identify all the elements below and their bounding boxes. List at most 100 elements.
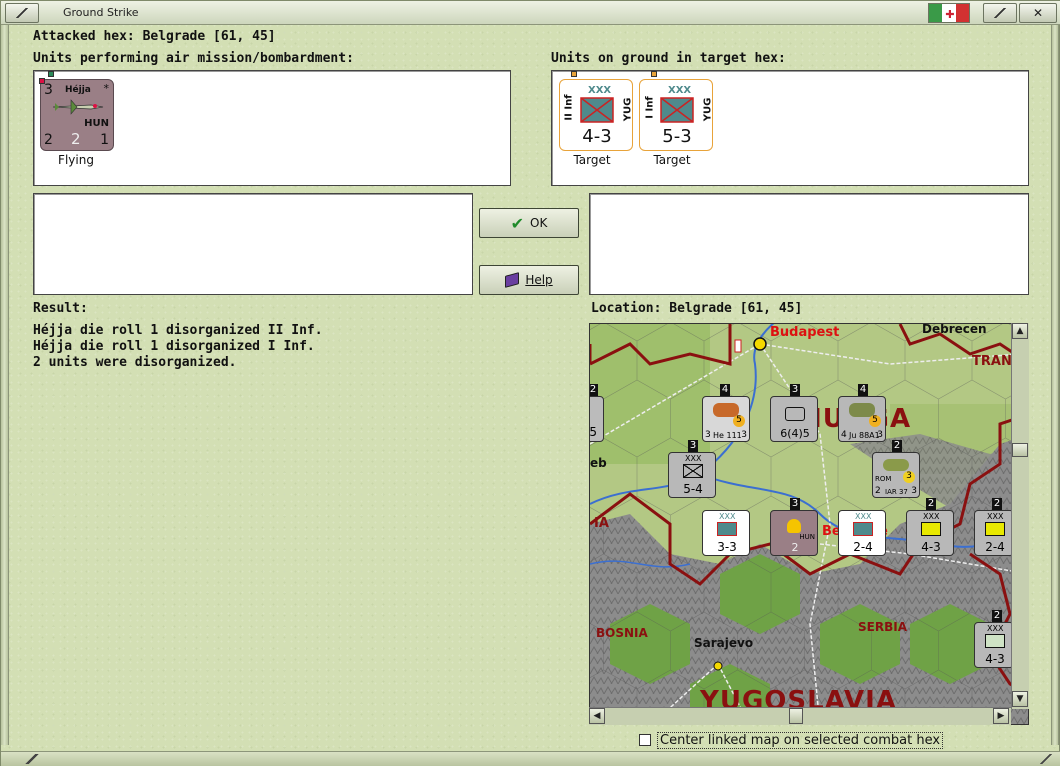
map-counter[interactable]: XXX 5-4 (668, 452, 716, 498)
air-bottom-mid: 2 (71, 130, 81, 148)
map-label-eb: eb (590, 456, 607, 470)
counter-left-value: 2 (875, 486, 881, 496)
map-counter[interactable]: 5 4 Ju 88A1 3 (838, 396, 886, 442)
counter-size: XXX (719, 512, 736, 521)
map-counter[interactable]: 3 ROM 2 IAR 37 3 (872, 452, 920, 498)
map-counter-stack: 2 (926, 498, 936, 510)
map-label-bosnia: BOSNIA (596, 626, 648, 640)
map-counter-stack: 3 (688, 440, 698, 452)
help-button[interactable]: Help (479, 265, 579, 295)
air-unit-nation: HUN (84, 118, 109, 129)
location-label: Location: Belgrade [61, 45] (591, 301, 803, 316)
counter-nation: ROM (875, 475, 892, 483)
map-label-serbia: SERBIA (858, 620, 907, 634)
map-counter-yug-selected[interactable]: XXX 3-3 (702, 510, 750, 556)
scroll-up-arrow-icon[interactable]: ▲ (1012, 323, 1028, 339)
infantry-symbol-icon (853, 522, 873, 536)
center-map-checkbox[interactable] (639, 734, 651, 746)
right-edge (1051, 25, 1059, 745)
attacked-hex-label: Attacked hex: Belgrade [61, 45] (33, 29, 276, 44)
map-counter-stack: 2 (589, 384, 598, 396)
ground-unit-counter-2[interactable]: XXX I Inf YUG 5-3 (639, 71, 714, 151)
center-map-label[interactable]: Center linked map on selected combat hex (657, 732, 944, 749)
result-label: Result: (33, 301, 88, 316)
map-counter[interactable]: 6(4)5 (770, 396, 818, 442)
help-button-label: Help (525, 273, 553, 287)
map-counter[interactable]: XXX 4-3 (974, 622, 1014, 668)
fighter-plane-icon (52, 99, 104, 115)
air-unit-name: Héjja (65, 85, 91, 95)
counter-badge: 3 (903, 471, 915, 483)
air-units-label: Units performing air mission/bombardment… (33, 51, 354, 66)
scroll-right-arrow-icon[interactable]: ▶ (993, 708, 1009, 724)
air-bottom-left: 2 (44, 132, 53, 148)
unit-size-label: XXX (588, 85, 612, 96)
map-counter-stack: 3 (790, 384, 800, 396)
infantry-symbol-icon (985, 522, 1005, 536)
bomber-icon (883, 459, 909, 471)
infantry-symbol-icon (580, 97, 614, 123)
ground-unit-detail-panel (589, 193, 1029, 295)
air-bottom-right: 1 (100, 132, 109, 148)
infantry-symbol-icon (683, 464, 703, 478)
infantry-symbol-icon (660, 97, 694, 123)
infantry-symbol-icon (985, 634, 1005, 648)
unit-name-label: I Inf (644, 96, 656, 119)
counter-right-value: 3 (741, 430, 747, 440)
help-book-icon (505, 272, 520, 288)
horizontal-scroll-thumb[interactable] (789, 708, 803, 724)
resize-grip-icon (1039, 754, 1053, 764)
infantry-symbol-icon (717, 522, 737, 536)
counter-strength: 6(4)5 (780, 427, 810, 440)
unit-nation-label: YUG (622, 97, 634, 122)
counter-strength: 3-3 (717, 540, 737, 554)
air-top-left: 3 (44, 82, 53, 98)
result-line-3: 2 units were disorganized. (33, 355, 237, 370)
counter-size: XXX (987, 512, 1004, 521)
minimize-icon (993, 8, 1007, 18)
map-counter[interactable]: XXX 4-3 (906, 510, 954, 556)
scroll-down-arrow-icon[interactable]: ▼ (1012, 691, 1028, 707)
map-counter[interactable]: -5 (590, 396, 604, 442)
map-label-sarajevo: Sarajevo (694, 636, 754, 650)
ground-unit-counter-1[interactable]: XXX II Inf YUG 4-3 (559, 71, 634, 151)
counter-name: He 111 (713, 431, 742, 440)
map-counter[interactable]: XXX 2-4 (974, 510, 1014, 556)
savoy-cross-icon: ✚ (944, 7, 956, 21)
bottom-bar (1, 751, 1060, 766)
resize-grip-icon (21, 754, 43, 764)
counter-badge: 5 (869, 415, 881, 427)
location-map[interactable]: Budapest Debrecen TRAN HUNGA eb IA Belgr… (589, 323, 1029, 725)
window-menu-icon (15, 8, 29, 18)
minimize-button[interactable] (983, 3, 1017, 23)
map-counter-stack: 4 (858, 384, 868, 396)
air-unit-caption: Flying (58, 153, 94, 167)
ok-button-label: OK (530, 216, 548, 230)
scroll-left-arrow-icon[interactable]: ◀ (589, 708, 605, 724)
vertical-scroll-thumb[interactable] (1012, 443, 1028, 457)
map-counter-stack: 2 (992, 610, 1002, 622)
counter-status-marker (651, 71, 657, 77)
window-menu-button[interactable] (5, 3, 39, 23)
counter-size: XXX (855, 512, 872, 521)
counter-strength: 5-4 (683, 482, 703, 496)
air-units-panel: 3 Héjja * HUN 2 2 1 Flying (33, 70, 511, 186)
counter-right-value: 3 (877, 430, 883, 440)
counter-nation: HUN (799, 533, 815, 541)
map-counter[interactable]: 5 3 He 111 3 (702, 396, 750, 442)
ok-button[interactable]: ✔ OK (479, 208, 579, 238)
italy-flag-icon: ✚ (928, 3, 970, 23)
counter-size: XXX (685, 454, 702, 463)
close-button[interactable]: ✕ (1019, 3, 1057, 23)
counter-size: XXX (987, 624, 1004, 633)
map-vertical-scrollbar[interactable]: ▲ ▼ (1011, 323, 1029, 709)
map-counter[interactable]: XXX 2-4 (838, 510, 886, 556)
unit-nation-label: YUG (702, 97, 714, 122)
left-edge (1, 25, 9, 745)
air-unit-counter[interactable]: 3 Héjja * HUN 2 2 1 (39, 71, 114, 151)
ground-units-label: Units on ground in target hex: (551, 51, 786, 66)
counter-right-value: 3 (911, 486, 917, 496)
map-counter-hungarian-air[interactable]: HUN 2 (770, 510, 818, 556)
map-horizontal-scrollbar[interactable]: ◀ ▶ (589, 707, 1011, 725)
fire-icon (787, 519, 801, 533)
